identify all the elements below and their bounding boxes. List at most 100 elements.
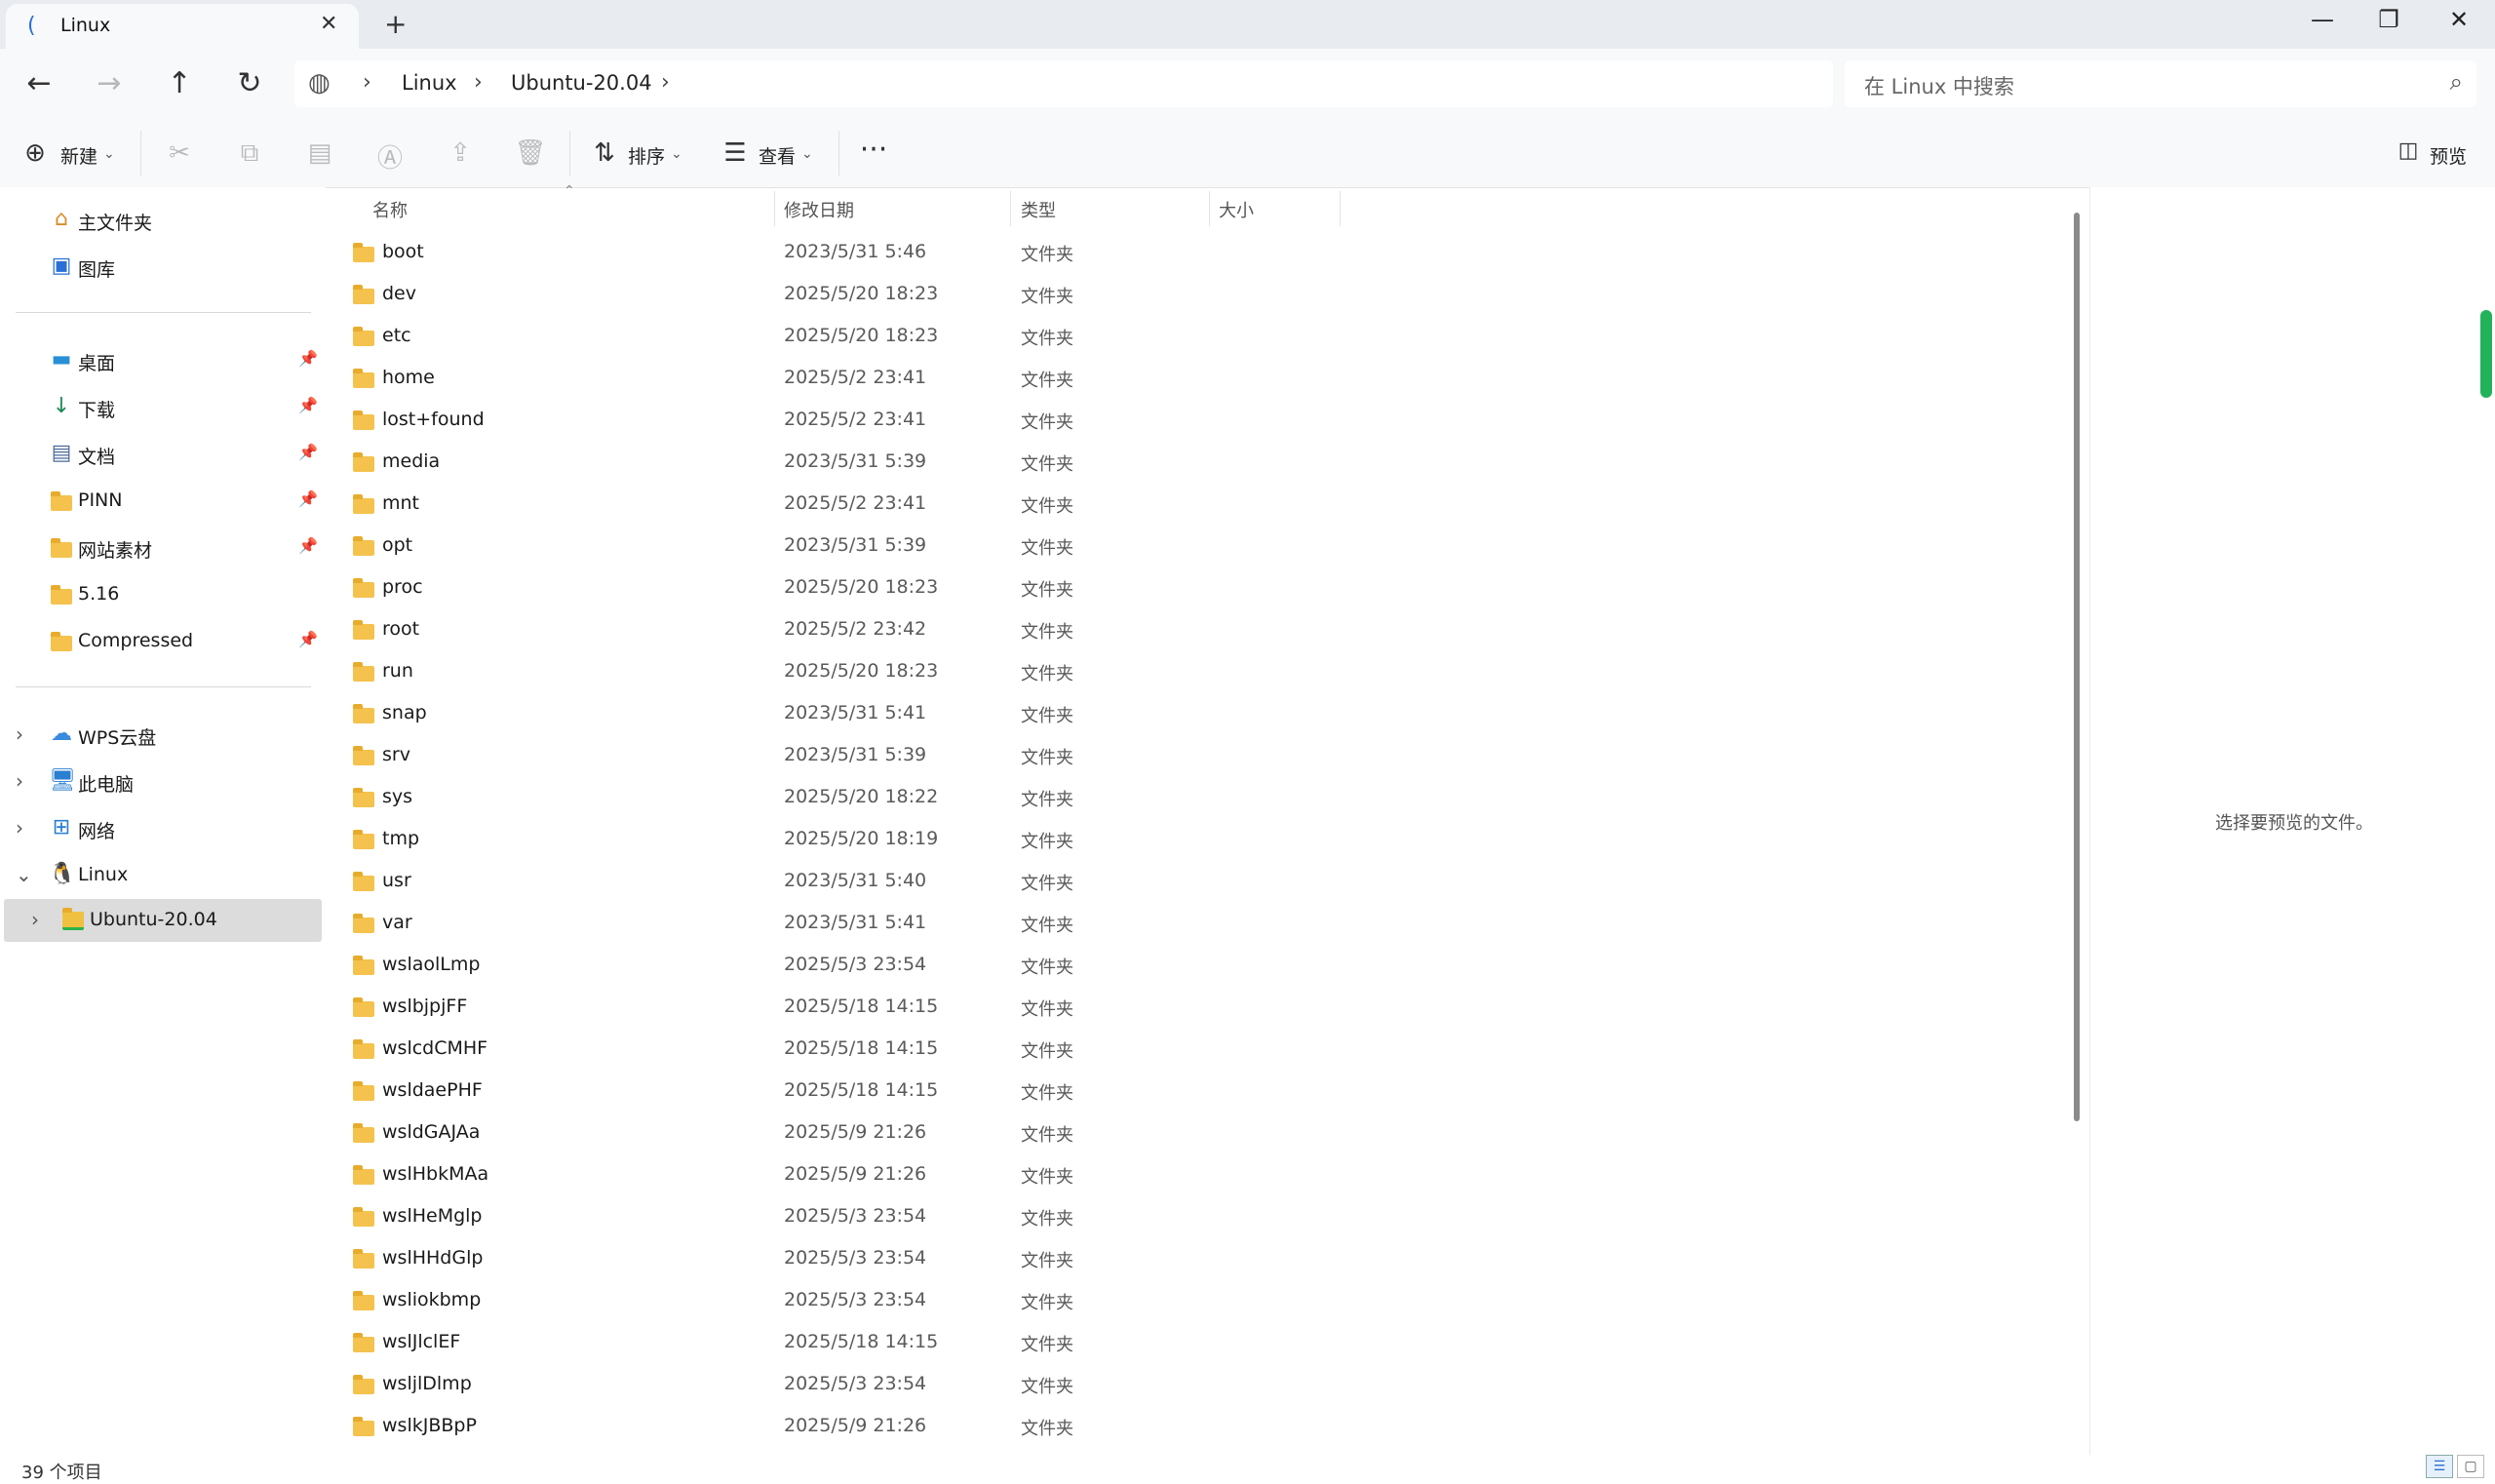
sidebar-item-this-pc[interactable]: › 🖥 此电脑 bbox=[0, 761, 322, 803]
sidebar-item-home[interactable]: ⌂ 主文件夹 bbox=[0, 199, 322, 242]
new-plus-icon[interactable]: ⊕ bbox=[16, 138, 55, 168]
table-row[interactable]: wslbjpjFF 2025/5/18 14:15 文件夹 bbox=[326, 985, 2051, 1027]
table-row[interactable]: usr 2023/5/31 5:40 文件夹 bbox=[326, 859, 2051, 901]
minimize-button[interactable]: — bbox=[2293, 6, 2352, 33]
table-row[interactable]: run 2025/5/20 18:23 文件夹 bbox=[326, 649, 2051, 691]
column-divider[interactable] bbox=[1209, 191, 1210, 226]
sidebar-item-gallery[interactable]: ▣ 图库 bbox=[0, 246, 322, 289]
table-row[interactable]: sys 2025/5/20 18:22 文件夹 bbox=[326, 775, 2051, 817]
sidebar-item-ubuntu[interactable]: › Ubuntu-20.04 bbox=[4, 899, 322, 942]
table-row[interactable]: root 2025/5/2 23:42 文件夹 bbox=[326, 607, 2051, 649]
column-header-size[interactable]: 大小 bbox=[1219, 197, 1254, 222]
sidebar-item-documents[interactable]: ▤ 文档 📌 bbox=[0, 433, 322, 476]
column-divider[interactable] bbox=[1010, 191, 1011, 226]
column-divider[interactable] bbox=[1340, 191, 1341, 226]
sidebar-item-5-16[interactable]: 5.16 bbox=[0, 573, 322, 616]
copy-icon[interactable]: ⧉ bbox=[230, 138, 269, 169]
refresh-button[interactable]: ↻ bbox=[228, 66, 271, 100]
table-row[interactable]: snap 2023/5/31 5:41 文件夹 bbox=[326, 691, 2051, 733]
table-row[interactable]: wslHbkMAa 2025/5/9 21:26 文件夹 bbox=[326, 1152, 2051, 1194]
table-row[interactable]: wsljlDlmp 2025/5/3 23:54 文件夹 bbox=[326, 1362, 2051, 1404]
chevron-down-icon[interactable]: ⌄ bbox=[103, 146, 115, 162]
chevron-right-icon[interactable]: › bbox=[16, 816, 23, 840]
side-handle[interactable] bbox=[2480, 310, 2492, 398]
close-tab-icon[interactable]: ✕ bbox=[320, 12, 337, 36]
pin-icon[interactable]: 📌 bbox=[298, 489, 318, 508]
sidebar-item-downloads[interactable]: ↓ 下载 📌 bbox=[0, 386, 322, 429]
pin-icon[interactable]: 📌 bbox=[298, 349, 318, 368]
column-header-type[interactable]: 类型 bbox=[1021, 197, 1056, 222]
table-row[interactable]: lost+found 2025/5/2 23:41 文件夹 bbox=[326, 398, 2051, 440]
sort-button[interactable]: 排序 bbox=[628, 142, 665, 169]
table-row[interactable]: mnt 2025/5/2 23:41 文件夹 bbox=[326, 482, 2051, 524]
table-row[interactable]: proc 2025/5/20 18:23 文件夹 bbox=[326, 566, 2051, 607]
table-row[interactable]: boot 2023/5/31 5:46 文件夹 bbox=[326, 230, 2051, 272]
chevron-right-icon[interactable]: › bbox=[31, 908, 39, 931]
address-bar[interactable]: ◍ › Linux › Ubuntu-20.04 › bbox=[294, 60, 1833, 107]
chevron-down-icon[interactable]: ⌄ bbox=[801, 146, 813, 162]
chevron-right-icon[interactable]: › bbox=[661, 70, 670, 95]
sidebar-item-website-assets[interactable]: 网站素材 📌 bbox=[0, 527, 322, 569]
chevron-right-icon[interactable]: › bbox=[16, 769, 23, 793]
forward-button[interactable]: → bbox=[88, 66, 131, 100]
table-row[interactable]: wslHeMglp 2025/5/3 23:54 文件夹 bbox=[326, 1194, 2051, 1236]
table-row[interactable]: dev 2025/5/20 18:23 文件夹 bbox=[326, 272, 2051, 314]
table-row[interactable]: home 2025/5/2 23:41 文件夹 bbox=[326, 356, 2051, 398]
chevron-down-icon[interactable]: ⌄ bbox=[16, 863, 32, 886]
sidebar-item-pinn[interactable]: PINN 📌 bbox=[0, 480, 322, 523]
sidebar-item-linux[interactable]: ⌄ 🐧 Linux bbox=[0, 854, 322, 897]
view-button[interactable]: 查看 bbox=[759, 142, 796, 169]
sort-icon[interactable]: ⇅ bbox=[585, 138, 624, 168]
chevron-right-icon[interactable]: › bbox=[363, 70, 371, 95]
sidebar-item-compressed[interactable]: Compressed 📌 bbox=[0, 620, 322, 663]
table-row[interactable]: media 2023/5/31 5:39 文件夹 bbox=[326, 440, 2051, 482]
share-icon[interactable]: ⇪ bbox=[441, 138, 480, 168]
table-row[interactable]: wsldaePHF 2025/5/18 14:15 文件夹 bbox=[326, 1069, 2051, 1111]
table-row[interactable]: wsliokbmp 2025/5/3 23:54 文件夹 bbox=[326, 1278, 2051, 1320]
table-row[interactable]: wsldGAJAa 2025/5/9 21:26 文件夹 bbox=[326, 1111, 2051, 1152]
back-button[interactable]: ← bbox=[18, 66, 60, 100]
column-header-modified[interactable]: 修改日期 bbox=[784, 197, 854, 222]
details-view-icon[interactable]: ☰ bbox=[2426, 1455, 2453, 1478]
more-options-icon[interactable]: ··· bbox=[854, 133, 893, 167]
up-button[interactable]: ↑ bbox=[158, 66, 201, 100]
new-tab-button[interactable]: + bbox=[384, 8, 407, 40]
cut-icon[interactable]: ✂ bbox=[160, 138, 199, 168]
sidebar-item-wps-cloud[interactable]: › ☁ WPS云盘 bbox=[0, 714, 322, 757]
new-button[interactable]: 新建 bbox=[60, 142, 97, 169]
pin-icon[interactable]: 📌 bbox=[298, 443, 318, 461]
view-icon[interactable]: ☰ bbox=[716, 138, 755, 168]
tab-linux[interactable]: ( Linux ✕ bbox=[6, 4, 359, 49]
table-row[interactable]: etc 2025/5/20 18:23 文件夹 bbox=[326, 314, 2051, 356]
table-row[interactable]: opt 2023/5/31 5:39 文件夹 bbox=[326, 524, 2051, 566]
table-row[interactable]: wslJlclEF 2025/5/18 14:15 文件夹 bbox=[326, 1320, 2051, 1362]
chevron-right-icon[interactable]: › bbox=[474, 70, 483, 95]
tiles-view-icon[interactable]: ▢ bbox=[2457, 1455, 2484, 1478]
rename-icon[interactable]: Ⓐ bbox=[370, 138, 409, 175]
column-divider[interactable] bbox=[774, 191, 775, 226]
table-row[interactable]: tmp 2025/5/20 18:19 文件夹 bbox=[326, 817, 2051, 859]
pin-icon[interactable]: 📌 bbox=[298, 536, 318, 555]
sidebar-item-desktop[interactable]: ▬ 桌面 📌 bbox=[0, 339, 322, 382]
column-header-name[interactable]: 名称 bbox=[372, 197, 408, 222]
close-window-button[interactable]: ✕ bbox=[2430, 6, 2488, 33]
chevron-down-icon[interactable]: ⌄ bbox=[671, 146, 682, 162]
sidebar-item-network[interactable]: › ⊞ 网络 bbox=[0, 807, 322, 850]
restore-button[interactable]: ❐ bbox=[2359, 6, 2418, 33]
pin-icon[interactable]: 📌 bbox=[298, 630, 318, 648]
table-row[interactable]: wslkJBBpP 2025/5/9 21:26 文件夹 bbox=[326, 1404, 2051, 1446]
delete-icon[interactable]: 🗑 bbox=[511, 138, 550, 168]
preview-button[interactable]: 预览 bbox=[2430, 142, 2467, 169]
breadcrumb-ubuntu[interactable]: Ubuntu-20.04 bbox=[511, 71, 652, 95]
search-icon[interactable]: ⌕ bbox=[2450, 68, 2463, 96]
pin-icon[interactable]: 📌 bbox=[298, 396, 318, 414]
chevron-right-icon[interactable]: › bbox=[16, 722, 23, 746]
breadcrumb-linux[interactable]: Linux bbox=[402, 71, 457, 95]
table-row[interactable]: wslcdCMHF 2025/5/18 14:15 文件夹 bbox=[326, 1027, 2051, 1069]
table-row[interactable]: wslaolLmp 2025/5/3 23:54 文件夹 bbox=[326, 943, 2051, 985]
preview-pane-icon[interactable]: ◫ bbox=[2389, 138, 2428, 163]
search-input[interactable]: 在 Linux 中搜索 ⌕ bbox=[1845, 60, 2476, 107]
table-row[interactable]: srv 2023/5/31 5:39 文件夹 bbox=[326, 733, 2051, 775]
paste-icon[interactable]: ▤ bbox=[300, 138, 339, 168]
table-row[interactable]: wslHHdGlp 2025/5/3 23:54 文件夹 bbox=[326, 1236, 2051, 1278]
